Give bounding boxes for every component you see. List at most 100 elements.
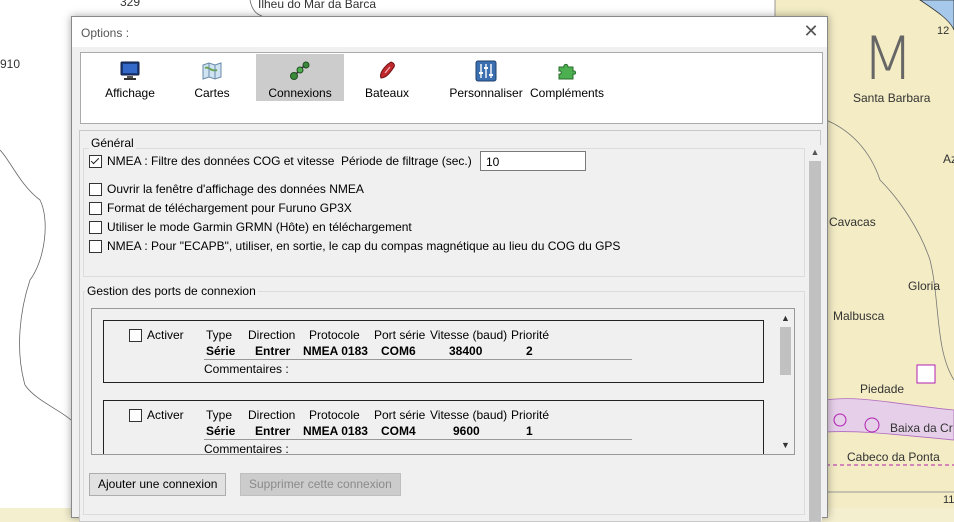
- panel-scrollbar[interactable]: ▲: [808, 145, 822, 521]
- monitor-icon: [120, 61, 140, 80]
- tab-label: Compléments: [529, 86, 605, 100]
- option-row: Format de téléchargement pour Furuno GP3…: [89, 201, 352, 215]
- dialog-titlebar[interactable]: Options : ✕: [72, 17, 827, 47]
- tab-label: Affichage: [105, 86, 155, 100]
- puzzle-icon: [558, 63, 577, 80]
- scrollbar-thumb[interactable]: [809, 161, 821, 521]
- priority-value: 1: [526, 424, 533, 438]
- activate-label: Activer: [147, 408, 184, 422]
- scroll-up-icon[interactable]: ▲: [777, 311, 794, 325]
- map-place-label: Ilheu do Mar da Barca: [258, 0, 377, 11]
- connections-panel: ▲ Général NMEA : Filtre des données COG …: [79, 130, 822, 522]
- protocol-header: Protocole: [309, 408, 360, 422]
- option-label: NMEA : Pour "ECAPB", utiliser, en sortie…: [107, 239, 621, 253]
- direction-value: Entrer: [255, 424, 291, 438]
- nmea-filter-label: NMEA : Filtre des données COG et vitesse: [107, 154, 335, 168]
- speed-header: Vitesse (baud): [430, 408, 508, 422]
- map-place-label: Santa Barbara: [853, 91, 931, 105]
- activate-checkbox[interactable]: [129, 328, 142, 342]
- priority-header: Priorité: [511, 408, 550, 422]
- connections-list: Activer Type Direction Protocole Port sé…: [91, 308, 795, 455]
- direction-value: Entrer: [255, 344, 291, 358]
- option-label: Utiliser le mode Garmin GRMN (Hôte) en t…: [107, 220, 412, 234]
- connections-scrollbar[interactable]: ▲ ▼: [777, 309, 794, 454]
- divider: [204, 439, 632, 440]
- filter-period-input[interactable]: 10: [480, 151, 586, 171]
- direction-header: Direction: [248, 328, 296, 342]
- map-depth-label: 11: [943, 494, 954, 506]
- option-row: Ouvrir la fenêtre d'affichage des donnée…: [89, 182, 364, 196]
- speed-value: 9600: [453, 424, 480, 438]
- activate-checkbox[interactable]: [129, 408, 142, 422]
- scroll-up-icon[interactable]: ▲: [808, 145, 822, 159]
- tab-bateaux[interactable]: Bateaux: [346, 54, 428, 101]
- maps-icon: [202, 62, 222, 80]
- map-depth-label: 12: [937, 25, 950, 37]
- option-label: Format de téléchargement pour Furuno GP3…: [107, 201, 352, 215]
- nmea-filter-row: NMEA : Filtre des données COG et vitesse: [89, 154, 334, 168]
- sliders-icon: [475, 60, 497, 82]
- dialog-title: Options :: [81, 26, 130, 40]
- speed-header: Vitesse (baud): [430, 328, 508, 342]
- options-dialog: Options : ✕ Affichage Cartes Connexions …: [71, 16, 828, 522]
- tab-cartes[interactable]: Cartes: [171, 54, 253, 101]
- protocol-value: NMEA 0183: [303, 344, 368, 358]
- tab-label: Personnaliser: [449, 86, 523, 100]
- serial-port-value: COM6: [381, 344, 416, 358]
- scroll-down-icon[interactable]: ▼: [777, 438, 794, 452]
- map-place-label: Malbusca: [833, 309, 885, 323]
- tab-connexions[interactable]: Connexions: [256, 54, 344, 101]
- protocol-value: NMEA 0183: [303, 424, 368, 438]
- map-region-letters: M: [862, 24, 914, 94]
- tab-label: Cartes: [194, 86, 230, 100]
- ecapb-checkbox[interactable]: [89, 239, 102, 253]
- connection-card[interactable]: Activer Type Direction Protocole Port sé…: [103, 320, 764, 383]
- type-value: Série: [206, 344, 236, 358]
- type-header: Type: [206, 408, 233, 422]
- add-connection-button[interactable]: Ajouter une connexion: [89, 473, 227, 496]
- furuno-format-checkbox[interactable]: [89, 201, 102, 215]
- map-place-label: Cabeco da Ponta: [847, 450, 940, 464]
- activate-label: Activer: [147, 328, 184, 342]
- serial-port-value: COM4: [381, 424, 416, 438]
- scrollbar-thumb[interactable]: [780, 327, 791, 375]
- option-row: NMEA : Pour "ECAPB", utiliser, en sortie…: [89, 239, 620, 253]
- speed-value: 38400: [449, 344, 483, 358]
- garmin-mode-checkbox[interactable]: [89, 220, 102, 234]
- close-icon[interactable]: ✕: [803, 22, 819, 40]
- direction-header: Direction: [248, 408, 296, 422]
- map-place-label: Cavacas: [829, 215, 876, 229]
- tab-affichage[interactable]: Affichage: [89, 54, 171, 101]
- nmea-filter-checkbox[interactable]: [89, 154, 102, 168]
- type-header: Type: [206, 328, 233, 342]
- activate-row: Activer: [129, 328, 184, 342]
- map-place-label: Piedade: [860, 382, 905, 396]
- connections-icon: [290, 61, 310, 80]
- map-place-label: Baixa da Cr: [890, 421, 953, 435]
- option-row: Utiliser le mode Garmin GRMN (Hôte) en t…: [89, 220, 412, 234]
- connection-card[interactable]: Activer Type Direction Protocole Port sé…: [103, 400, 764, 455]
- filter-period-label: Période de filtrage (sec.): [341, 154, 472, 168]
- map-place-label: Gloria: [908, 279, 941, 293]
- type-value: Série: [206, 424, 236, 438]
- general-group-label: Général: [89, 136, 136, 150]
- priority-value: 2: [526, 344, 533, 358]
- map-place-label: Az: [943, 152, 954, 166]
- nmea-window-checkbox[interactable]: [89, 182, 102, 196]
- comments-label: Commentaires :: [204, 442, 289, 455]
- boat-icon: [380, 61, 395, 79]
- divider: [204, 359, 632, 360]
- remove-connection-button[interactable]: Supprimer cette connexion: [240, 473, 401, 496]
- tab-label: Connexions: [268, 86, 332, 100]
- comments-label: Commentaires :: [204, 362, 289, 376]
- map-depth-label: 910: [0, 57, 21, 71]
- tab-complements[interactable]: Compléments: [521, 54, 613, 101]
- tab-label: Bateaux: [364, 86, 410, 100]
- options-category-toolbar: Affichage Cartes Connexions Bateaux Pers…: [80, 52, 823, 124]
- serial-port-header: Port série: [374, 408, 426, 422]
- priority-header: Priorité: [511, 328, 550, 342]
- ports-group-label: Gestion des ports de connexion: [85, 284, 258, 298]
- protocol-header: Protocole: [309, 328, 360, 342]
- activate-row: Activer: [129, 408, 184, 422]
- serial-port-header: Port série: [374, 328, 426, 342]
